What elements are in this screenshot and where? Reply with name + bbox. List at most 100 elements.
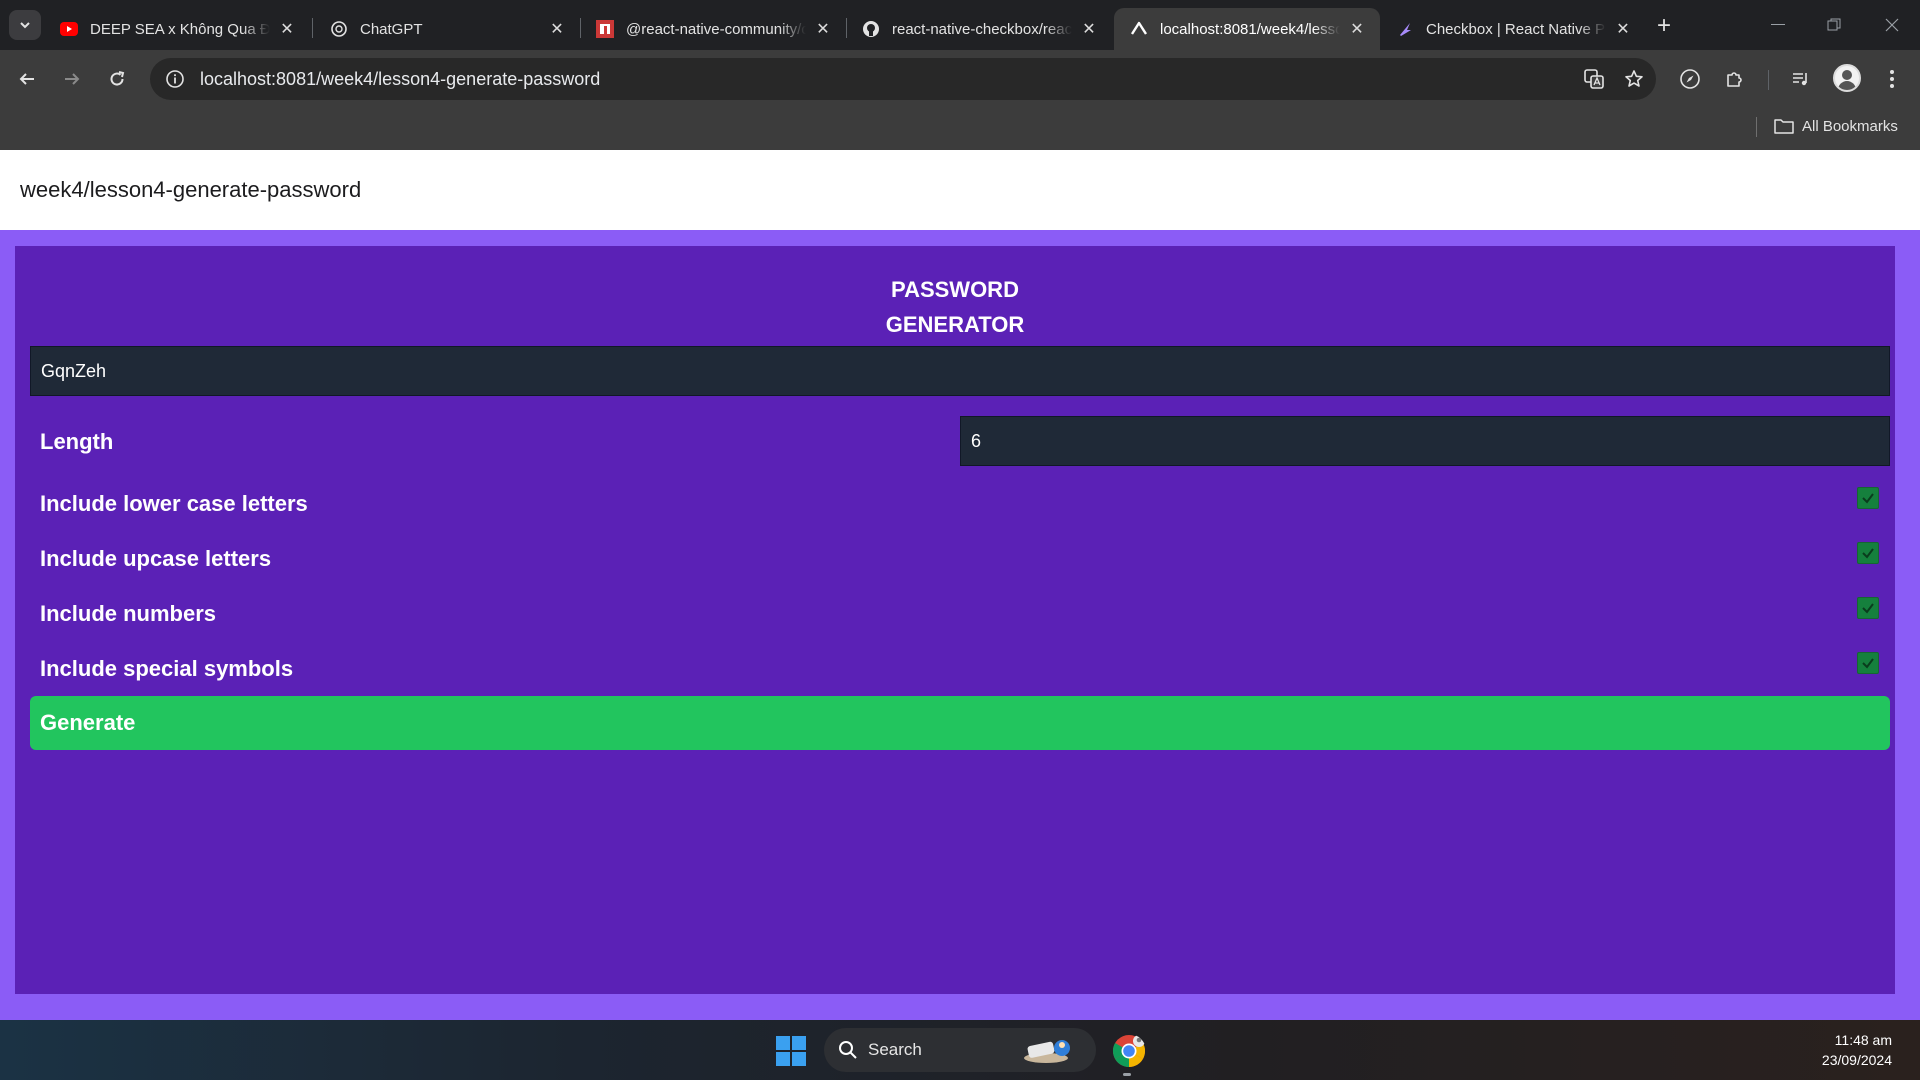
close-icon[interactable]: ✕ bbox=[278, 20, 296, 38]
checkmark-icon bbox=[1862, 493, 1874, 504]
length-input[interactable]: 6 bbox=[960, 416, 1890, 466]
running-indicator bbox=[1123, 1073, 1131, 1076]
toolbar-divider bbox=[1768, 70, 1769, 90]
generate-button[interactable]: Generate bbox=[30, 696, 1890, 750]
generate-label: Generate bbox=[40, 710, 136, 735]
tab-title: react-native-checkbox/react bbox=[892, 20, 1072, 38]
close-icon[interactable]: ✕ bbox=[814, 20, 832, 38]
page-viewport: week4/lesson4-generate-password PASSWORD… bbox=[0, 150, 1920, 1020]
bookmarks-bar bbox=[0, 108, 1920, 150]
length-value: 6 bbox=[971, 430, 982, 451]
taskbar-search[interactable]: Search bbox=[824, 1028, 1096, 1072]
search-highlight-icon bbox=[1024, 1040, 1070, 1063]
windows-taskbar: Search 11:48 am 23/09/2024 bbox=[0, 1020, 1920, 1080]
rnp-icon bbox=[1396, 20, 1414, 38]
uppercase-checkbox[interactable] bbox=[1857, 542, 1879, 564]
password-output-field[interactable]: GqnZeh bbox=[30, 346, 1890, 396]
symbols-checkbox[interactable] bbox=[1857, 652, 1879, 674]
restore-icon bbox=[1827, 18, 1841, 31]
close-icon[interactable]: ✕ bbox=[1614, 20, 1632, 38]
star-icon[interactable] bbox=[1616, 61, 1652, 97]
search-label: Search bbox=[868, 1040, 922, 1059]
media-control-icon[interactable] bbox=[1783, 61, 1819, 97]
numbers-checkbox[interactable] bbox=[1857, 597, 1879, 619]
browser-tab[interactable]: @react-native-community/checkbox ✕ bbox=[580, 8, 846, 50]
menu-icon[interactable] bbox=[1874, 61, 1910, 97]
checkmark-icon bbox=[1862, 548, 1874, 559]
folder-icon bbox=[1774, 119, 1794, 134]
tab-title: DEEP SEA x Không Qua Được bbox=[90, 20, 270, 38]
app-title-line1: PASSWORD bbox=[891, 277, 1019, 302]
tab-title: ChatGPT bbox=[360, 20, 423, 38]
profile-avatar[interactable] bbox=[1833, 64, 1861, 92]
option-label-uppercase: Include upcase letters bbox=[40, 546, 272, 571]
windows-logo-icon bbox=[776, 1036, 790, 1050]
close-icon[interactable]: ✕ bbox=[1348, 20, 1366, 38]
back-button[interactable] bbox=[9, 61, 45, 97]
restore-button[interactable] bbox=[1806, 0, 1862, 50]
github-icon bbox=[862, 20, 880, 38]
length-label: Length bbox=[40, 429, 114, 454]
reload-icon bbox=[110, 71, 125, 86]
browser-tab[interactable]: ChatGPT ✕ bbox=[314, 8, 580, 50]
reload-button[interactable] bbox=[99, 61, 135, 97]
browser-toolbar: localhost:8081/week4/lesson4-generate-pa… bbox=[0, 50, 1920, 108]
chrome-app-icon[interactable] bbox=[1112, 1034, 1146, 1068]
close-icon[interactable]: ✕ bbox=[548, 20, 566, 38]
arrow-right-icon bbox=[65, 73, 80, 85]
browser-tab[interactable]: react-native-checkbox/react ✕ bbox=[846, 8, 1112, 50]
arrow-left-icon bbox=[19, 73, 34, 85]
password-generator-card: PASSWORD GENERATOR GqnZeh Length 6 Inclu… bbox=[15, 246, 1895, 994]
all-bookmarks-button[interactable]: All Bookmarks bbox=[1774, 114, 1898, 138]
search-icon bbox=[839, 1041, 857, 1059]
youtube-icon bbox=[60, 20, 78, 38]
checkmark-icon bbox=[1862, 658, 1874, 669]
tab-title: Checkbox | React Native Paper bbox=[1426, 20, 1606, 38]
chevron-down-icon bbox=[20, 22, 30, 29]
app-title-line2: GENERATOR bbox=[885, 312, 1025, 337]
browser-tab[interactable]: DEEP SEA x Không Qua Được ✕ bbox=[44, 8, 310, 50]
tab-search-button[interactable] bbox=[9, 10, 41, 40]
all-bookmarks-label: All Bookmarks bbox=[1802, 117, 1898, 135]
route-header: week4/lesson4-generate-password bbox=[0, 150, 1920, 230]
password-value: GqnZeh bbox=[41, 360, 107, 381]
close-icon bbox=[1885, 18, 1899, 32]
clock-date: 23/09/2024 bbox=[1821, 1052, 1892, 1068]
extensions-icon[interactable] bbox=[1717, 61, 1753, 97]
translate-icon[interactable] bbox=[1576, 61, 1612, 97]
option-label-symbols: Include special symbols bbox=[40, 656, 294, 681]
windows-start-button[interactable] bbox=[776, 1036, 806, 1066]
clock-time: 11:48 am bbox=[1834, 1032, 1892, 1048]
npm-icon bbox=[596, 20, 614, 38]
window-close-button[interactable] bbox=[1864, 0, 1920, 50]
site-info-icon[interactable] bbox=[154, 58, 196, 100]
windows-logo-icon bbox=[792, 1052, 806, 1066]
checkmark-icon bbox=[1862, 603, 1874, 614]
browser-tab[interactable]: Checkbox | React Native Paper ✕ bbox=[1380, 8, 1646, 50]
expo-icon bbox=[1130, 20, 1148, 38]
url-text: localhost:8081/week4/lesson4-generate-pa… bbox=[200, 68, 601, 89]
app-title: PASSWORD GENERATOR bbox=[15, 272, 1895, 342]
close-icon[interactable]: ✕ bbox=[1080, 20, 1098, 38]
tab-divider bbox=[312, 18, 313, 38]
bookmarks-divider bbox=[1756, 117, 1757, 137]
option-label-lowercase: Include lower case letters bbox=[40, 491, 308, 516]
option-label-numbers: Include numbers bbox=[40, 601, 217, 626]
minimize-button[interactable] bbox=[1750, 0, 1806, 50]
address-bar[interactable]: localhost:8081/week4/lesson4-generate-pa… bbox=[150, 58, 1656, 100]
windows-logo-icon bbox=[776, 1052, 790, 1066]
chatgpt-icon bbox=[330, 20, 348, 38]
system-clock[interactable]: 11:48 am 23/09/2024 bbox=[1822, 1030, 1892, 1070]
tab-title: localhost:8081/week4/lesson4 bbox=[1160, 20, 1340, 38]
windows-logo-icon bbox=[792, 1036, 806, 1050]
compass-icon[interactable] bbox=[1672, 61, 1708, 97]
new-tab-button[interactable]: + bbox=[1650, 12, 1678, 40]
profile-icon bbox=[1838, 70, 1856, 90]
tab-strip: DEEP SEA x Không Qua Được ✕ ChatGPT ✕ @r… bbox=[0, 0, 1920, 50]
lowercase-checkbox[interactable] bbox=[1857, 487, 1879, 509]
tab-title: @react-native-community/checkbox bbox=[626, 20, 806, 38]
forward-button[interactable] bbox=[54, 61, 90, 97]
page-title: week4/lesson4-generate-password bbox=[20, 177, 362, 202]
browser-tab-active[interactable]: localhost:8081/week4/lesson4 ✕ bbox=[1114, 8, 1380, 50]
minimize-icon bbox=[1771, 24, 1785, 25]
